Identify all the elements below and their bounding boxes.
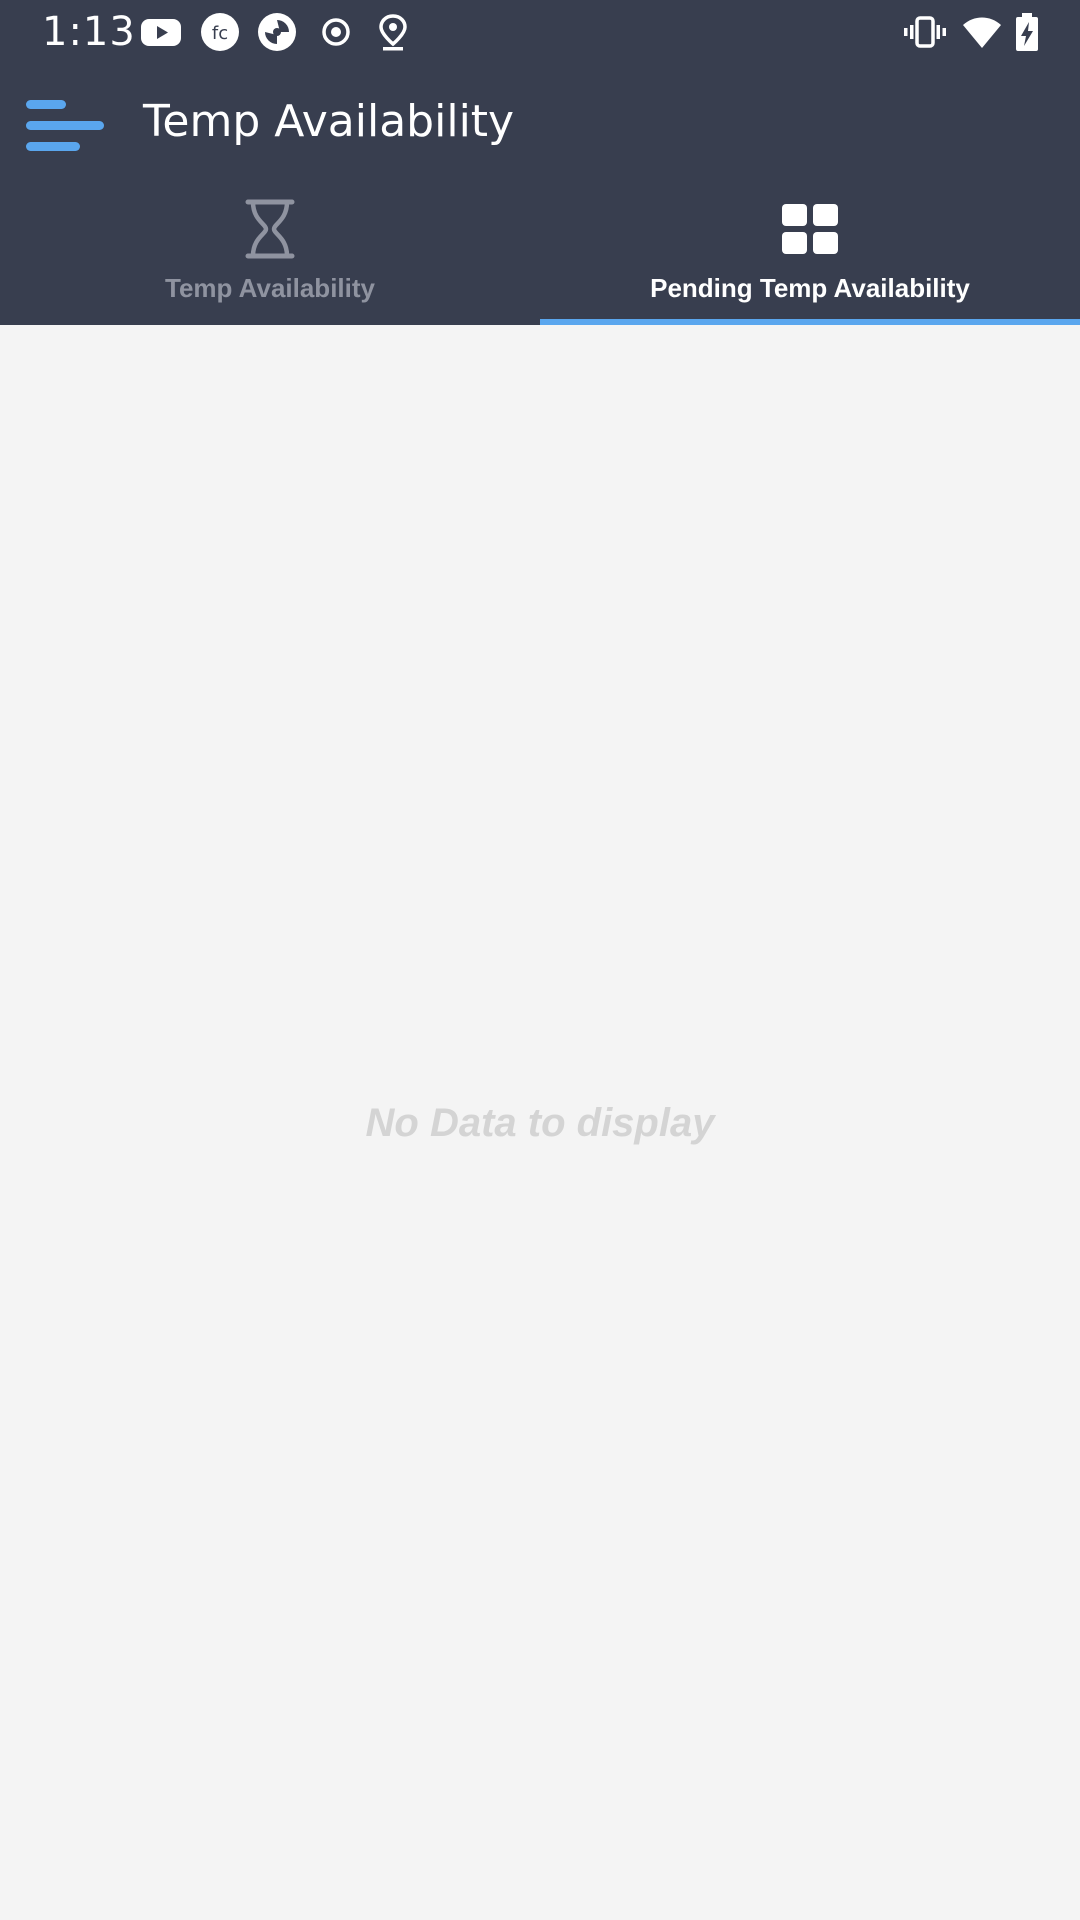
app-bar: Temp Availability	[0, 64, 1080, 178]
fc-app-icon: fc	[199, 12, 241, 52]
status-time: 1:13	[42, 9, 136, 55]
page-title: Temp Availability	[143, 96, 515, 147]
main-content: No Data to display	[0, 325, 1080, 1920]
tab-temp-availability[interactable]: Temp Availability	[0, 180, 540, 325]
vibrate-icon	[904, 12, 946, 52]
menu-icon[interactable]	[20, 90, 108, 154]
aperture-app-icon	[256, 12, 298, 52]
header-area: 1:13 fc Temp Availability Temp Availabil…	[0, 0, 1080, 325]
hourglass-icon	[240, 198, 300, 260]
tab-label: Temp Availability	[165, 273, 375, 303]
tab-pending-temp-availability[interactable]: Pending Temp Availability	[540, 180, 1080, 325]
grid-icon	[780, 198, 840, 260]
status-bar: 1:13 fc	[0, 0, 1080, 64]
wifi-icon	[961, 12, 1003, 52]
record-icon	[315, 12, 357, 52]
empty-state-message: No Data to display	[365, 1101, 715, 1145]
location-icon	[372, 12, 414, 52]
youtube-icon	[140, 12, 182, 52]
tab-label: Pending Temp Availability	[650, 273, 970, 303]
tab-bar: Temp Availability Pending Temp Availabil…	[0, 180, 1080, 325]
battery-charging-icon	[1009, 12, 1045, 52]
svg-text:fc: fc	[212, 23, 228, 44]
